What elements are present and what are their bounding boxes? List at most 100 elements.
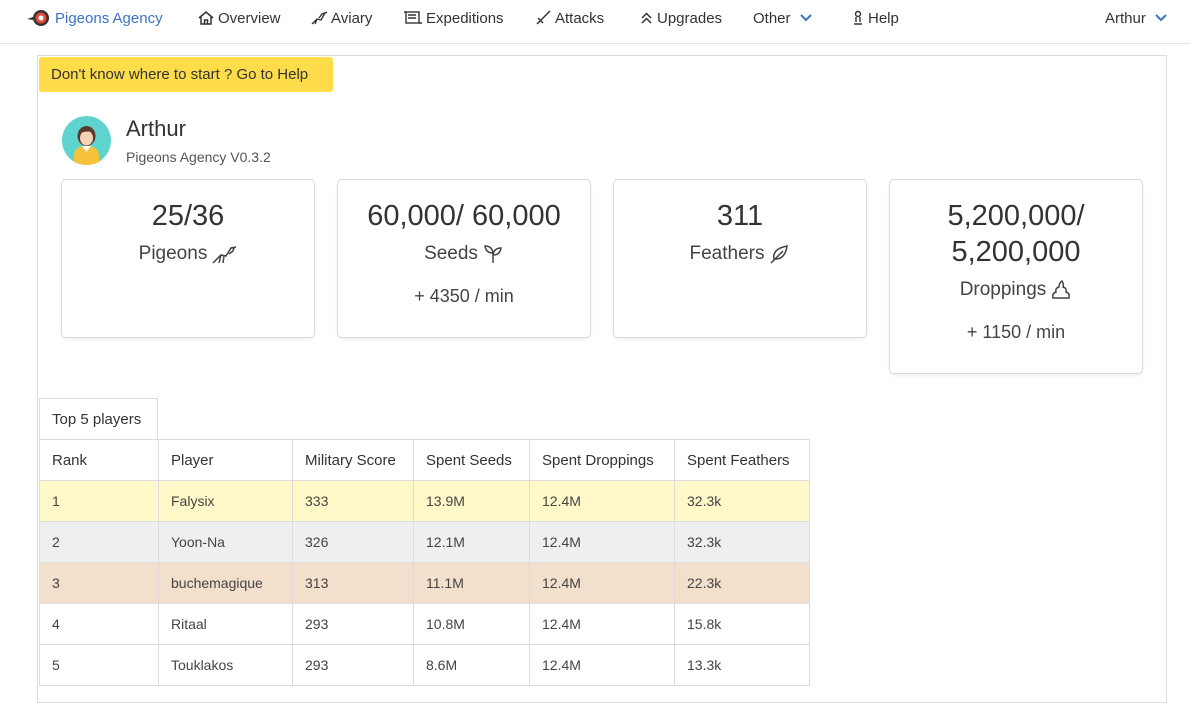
sprout-icon xyxy=(484,245,502,263)
nav-help-label: Help xyxy=(868,9,899,27)
app-version: Pigeons Agency V0.3.2 xyxy=(126,149,271,165)
cell-rank: 4 xyxy=(39,603,159,645)
cell-spent-feathers: 13.3k xyxy=(674,644,810,686)
table-header-row: Rank Player Military Score Spent Seeds S… xyxy=(39,439,810,481)
nav-overview[interactable]: Overview xyxy=(197,0,281,36)
cell-spent-seeds: 13.9M xyxy=(413,480,530,522)
seeds-value: 60,000/ 60,000 xyxy=(367,200,561,232)
cell-spent-seeds: 11.1M xyxy=(413,562,530,604)
column-header-spent-droppings: Spent Droppings xyxy=(529,439,675,481)
column-header-military-score: Military Score xyxy=(292,439,414,481)
pigeon-logo-icon xyxy=(27,10,49,26)
user-name: Arthur xyxy=(126,116,186,141)
nav-expeditions[interactable]: Expeditions xyxy=(403,0,504,36)
nav-other-label: Other xyxy=(753,9,791,27)
cell-military-score: 326 xyxy=(292,521,414,563)
cell-military-score: 293 xyxy=(292,644,414,686)
pigeons-label: Pigeons xyxy=(138,243,208,264)
cell-military-score: 333 xyxy=(292,480,414,522)
user-menu-dropdown[interactable]: Arthur xyxy=(1105,0,1171,36)
feathers-label-row: Feathers xyxy=(614,243,866,265)
feathers-value: 311 xyxy=(716,200,764,232)
nav-attacks-label: Attacks xyxy=(555,9,605,27)
cell-spent-seeds: 10.8M xyxy=(413,603,530,645)
column-header-spent-seeds: Spent Seeds xyxy=(413,439,530,481)
user-menu-label: Arthur xyxy=(1105,9,1146,27)
avatar xyxy=(62,116,111,165)
cell-spent-seeds: 8.6M xyxy=(413,644,530,686)
droppings-value-line1: 5,200,000/ xyxy=(947,200,1085,232)
cell-spent-feathers: 32.3k xyxy=(674,521,810,563)
cell-rank: 3 xyxy=(39,562,159,604)
feather-icon xyxy=(770,245,789,264)
cell-spent-droppings: 12.4M xyxy=(529,480,675,522)
nav-upgrades[interactable]: Upgrades xyxy=(639,0,722,36)
bird-icon xyxy=(311,11,328,25)
cell-player: buchemagique xyxy=(158,562,293,604)
cell-spent-seeds: 12.1M xyxy=(413,521,530,563)
home-icon xyxy=(198,11,214,25)
chess-pawn-icon xyxy=(854,10,862,25)
cell-spent-droppings: 12.4M xyxy=(529,644,675,686)
nav-other-dropdown[interactable]: Other xyxy=(753,0,816,36)
column-header-player: Player xyxy=(158,439,293,481)
pigeons-value: 25/36 xyxy=(151,200,225,232)
droppings-label-row: Droppings xyxy=(890,279,1142,301)
nav-aviary[interactable]: Aviary xyxy=(310,0,372,36)
nav-upgrades-label: Upgrades xyxy=(657,9,723,27)
cell-spent-feathers: 22.3k xyxy=(674,562,810,604)
cell-military-score: 293 xyxy=(292,603,414,645)
cell-spent-droppings: 12.4M xyxy=(529,603,675,645)
cell-rank: 2 xyxy=(39,521,159,563)
sword-icon xyxy=(536,10,551,25)
seeds-card: 60,000/ 60,000 Seeds + 4350 / min xyxy=(337,179,591,338)
dropping-icon xyxy=(1052,279,1071,299)
leaderboard-table: Rank Player Military Score Spent Seeds S… xyxy=(39,439,810,686)
cell-player: Yoon-Na xyxy=(158,521,293,563)
cell-spent-feathers: 15.8k xyxy=(674,603,810,645)
nav-overview-label: Overview xyxy=(218,9,281,27)
cell-player: Touklakos xyxy=(158,644,293,686)
table-row: 1 Falysix 333 13.9M 12.4M 32.3k xyxy=(39,480,810,522)
help-banner[interactable]: Don't know where to start ? Go to Help xyxy=(39,57,333,92)
table-row: 2 Yoon-Na 326 12.1M 12.4M 32.3k xyxy=(39,521,810,563)
seeds-label: Seeds xyxy=(424,243,478,264)
table-row: 5 Touklakos 293 8.6M 12.4M 13.3k xyxy=(39,644,810,686)
dashboard-panel: Don't know where to start ? Go to Help A… xyxy=(37,55,1167,703)
seeds-rate: + 4350 / min xyxy=(414,286,514,306)
cell-rank: 5 xyxy=(39,644,159,686)
nav-help[interactable]: Help xyxy=(851,0,899,36)
chevron-down-icon xyxy=(1155,14,1167,22)
top-navbar: Pigeons Agency Overview Aviary Expeditio… xyxy=(0,0,1190,44)
chevron-down-icon xyxy=(799,14,812,22)
nav-attacks[interactable]: Attacks xyxy=(535,0,604,36)
scroll-icon xyxy=(404,11,422,24)
cell-spent-droppings: 12.4M xyxy=(529,562,675,604)
droppings-rate: + 1150 / min xyxy=(966,322,1066,342)
feathers-label: Feathers xyxy=(689,243,765,264)
column-header-spent-feathers: Spent Feathers xyxy=(674,439,810,481)
cell-player: Ritaal xyxy=(158,603,293,645)
cell-rank: 1 xyxy=(39,480,159,522)
column-header-rank: Rank xyxy=(39,439,159,481)
pigeons-label-row: Pigeons xyxy=(62,243,314,265)
pigeon-icon xyxy=(212,246,237,264)
chevron-double-up-icon xyxy=(641,12,652,24)
brand-link[interactable]: Pigeons Agency xyxy=(26,0,163,36)
nav-aviary-label: Aviary xyxy=(331,9,373,27)
cell-spent-feathers: 32.3k xyxy=(674,480,810,522)
feathers-card: 311 Feathers xyxy=(613,179,867,338)
tab-top-players[interactable]: Top 5 players xyxy=(39,398,158,439)
brand-label: Pigeons Agency xyxy=(55,9,163,27)
table-row: 3 buchemagique 313 11.1M 12.4M 22.3k xyxy=(39,562,810,604)
pigeons-card: 25/36 Pigeons xyxy=(61,179,315,338)
droppings-label: Droppings xyxy=(959,279,1047,300)
droppings-card: 5,200,000/ 5,200,000 Droppings + 1150 / … xyxy=(889,179,1143,374)
seeds-label-row: Seeds xyxy=(338,243,590,265)
droppings-value-line2: 5,200,000 xyxy=(951,236,1081,268)
cell-spent-droppings: 12.4M xyxy=(529,521,675,563)
nav-expeditions-label: Expeditions xyxy=(426,9,504,27)
cell-player: Falysix xyxy=(158,480,293,522)
table-row: 4 Ritaal 293 10.8M 12.4M 15.8k xyxy=(39,603,810,645)
cell-military-score: 313 xyxy=(292,562,414,604)
